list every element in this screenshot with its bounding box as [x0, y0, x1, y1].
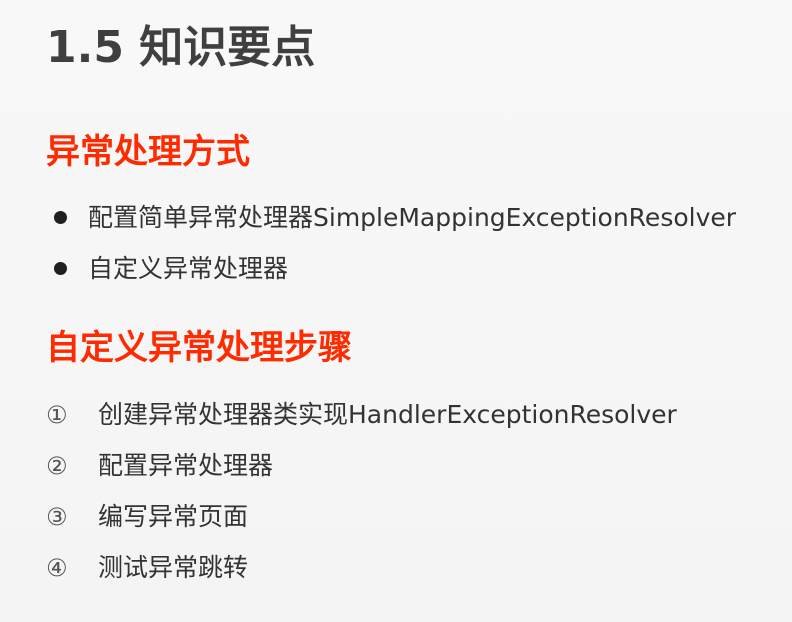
bullet-dot-icon — [54, 262, 67, 275]
list-item: ① 创建异常处理器类实现HandlerExceptionResolver — [46, 393, 792, 444]
step-number-marker: ① — [46, 401, 68, 429]
list-item: ③ 编写异常页面 — [46, 495, 792, 546]
slide: 1.5 知识要点 异常处理方式 配置简单异常处理器SimpleMappingEx… — [0, 0, 792, 622]
slide-title: 1.5 知识要点 — [46, 22, 316, 73]
list-item-text: 配置异常处理器 — [98, 451, 274, 480]
list-item-text: 编写异常页面 — [98, 502, 249, 531]
list-item-text: 自定义异常处理器 — [88, 254, 289, 283]
list-item-text: 创建异常处理器类实现HandlerExceptionResolver — [98, 400, 677, 429]
list-item: 自定义异常处理器 — [46, 247, 792, 298]
list-item: 配置简单异常处理器SimpleMappingExceptionResolver — [46, 196, 792, 247]
step-number-marker: ③ — [46, 503, 68, 531]
step-number-marker: ② — [46, 452, 68, 480]
list-item-text: 测试异常跳转 — [98, 553, 249, 582]
bullet-dot-icon — [54, 211, 67, 224]
exception-handling-methods-list: 配置简单异常处理器SimpleMappingExceptionResolver … — [46, 196, 792, 298]
custom-exception-steps-list: ① 创建异常处理器类实现HandlerExceptionResolver ② 配… — [46, 393, 792, 597]
step-number-marker: ④ — [46, 554, 68, 582]
list-item: ④ 测试异常跳转 — [46, 546, 792, 597]
section-heading-exception-handling-methods: 异常处理方式 — [46, 132, 250, 172]
list-item: ② 配置异常处理器 — [46, 444, 792, 495]
list-item-text: 配置简单异常处理器SimpleMappingExceptionResolver — [88, 203, 737, 232]
section-heading-custom-exception-steps: 自定义异常处理步骤 — [46, 328, 352, 368]
